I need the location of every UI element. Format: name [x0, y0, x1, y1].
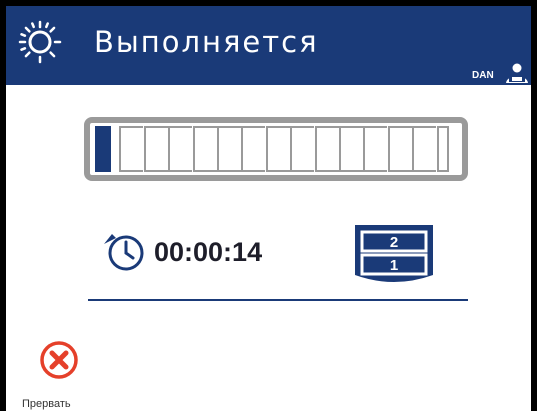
- progress-segment: [241, 126, 266, 172]
- spinner-sun-icon: [18, 20, 62, 64]
- progress-segment: [143, 126, 168, 172]
- screen: Выполняется DAN 00:00:14 2 1 Прервать: [6, 6, 531, 411]
- tray-label-upper: 2: [390, 234, 398, 251]
- progress-segment: [412, 126, 437, 172]
- user-name: DAN: [472, 70, 494, 81]
- progress-segment: [436, 126, 449, 172]
- page-title: Выполняется: [94, 25, 319, 59]
- progress-segment: [290, 126, 315, 172]
- tray-label-lower: 1: [390, 257, 398, 274]
- progress-segment: [119, 126, 144, 172]
- progress-segments: [90, 123, 462, 175]
- header-bar: Выполняется DAN: [6, 6, 531, 85]
- progress-segment: [314, 126, 339, 172]
- close-circle-icon: [40, 341, 78, 379]
- abort-label: Прервать: [22, 398, 71, 410]
- progress-segment: [387, 126, 412, 172]
- stopwatch-icon: [104, 234, 144, 271]
- progress-segment: [217, 126, 241, 172]
- progress-segment: [95, 126, 111, 172]
- abort-button[interactable]: Прервать: [6, 336, 96, 411]
- progress-segment: [339, 126, 363, 172]
- user-icon[interactable]: [503, 62, 531, 84]
- progress-segment: [168, 126, 193, 172]
- elapsed-time: 00:00:14: [154, 237, 263, 267]
- divider: [88, 299, 468, 301]
- progress-segment: [192, 126, 217, 172]
- progress-segment: [265, 126, 290, 172]
- tray-stack-icon: 2 1: [355, 225, 433, 282]
- progress-bar: [84, 117, 468, 181]
- progress-segment: [363, 126, 388, 172]
